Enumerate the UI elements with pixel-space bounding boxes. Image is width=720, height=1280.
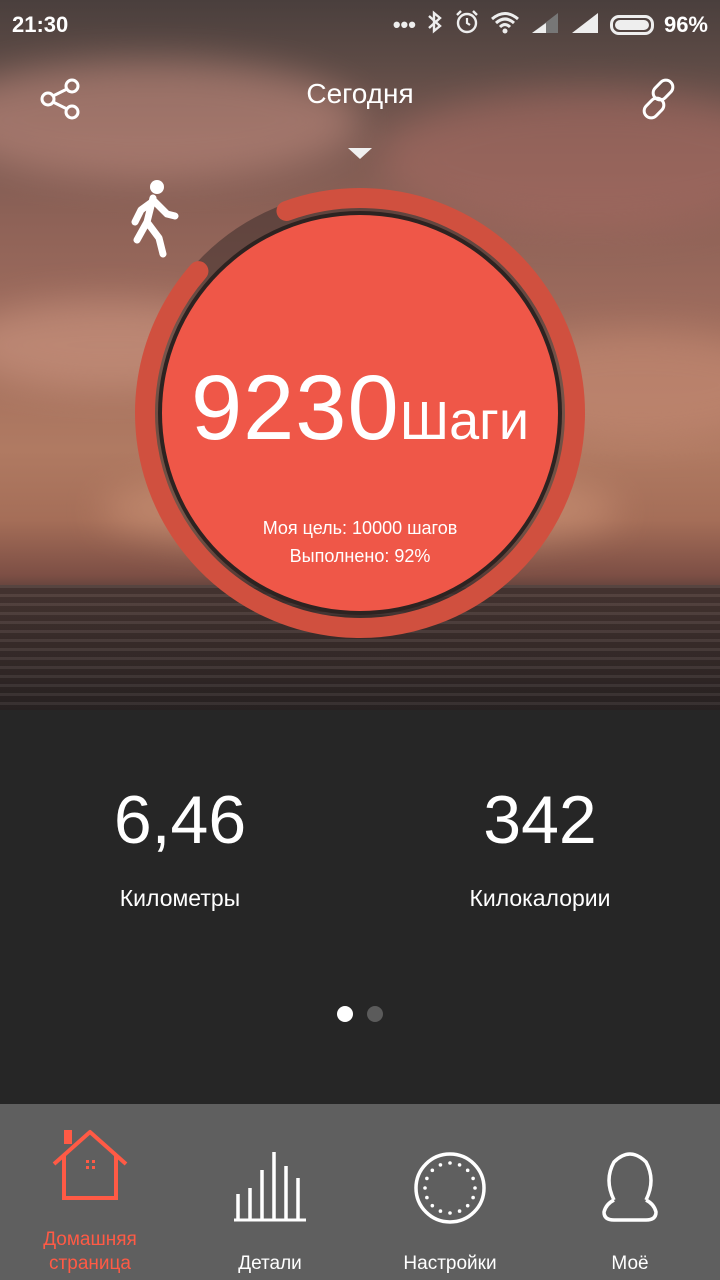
calories-label: Килокалории: [469, 885, 611, 911]
settings-dot: [465, 1203, 470, 1208]
alarm-icon: [454, 9, 480, 41]
steps-unit: Шаги: [399, 391, 530, 451]
status-bar: 21:30 ••• 96%: [0, 0, 720, 50]
steps-count: 9230Шаги: [125, 356, 595, 461]
wifi-icon: [490, 10, 520, 40]
nav-label-settings: Настройки: [403, 1253, 497, 1274]
settings-circle-icon: [414, 1152, 486, 1224]
nav-item-details[interactable]: Детали: [180, 1104, 360, 1280]
status-time: 21:30: [12, 12, 69, 37]
battery-percent: 96%: [663, 12, 708, 37]
settings-dot: [457, 1209, 462, 1213]
goal-text: Моя цель: 10000 шагов: [262, 518, 458, 538]
bottom-nav: Домашняя страница Детали Настройки Моё: [0, 1104, 720, 1280]
settings-dot: [423, 1186, 427, 1190]
steps-value: 9230: [190, 357, 400, 459]
page-indicator: [0, 1006, 720, 1022]
settings-dot: [438, 1163, 443, 1167]
settings-dot: [471, 1176, 475, 1181]
stats-panel[interactable]: 6,46 Километры 342 Килокалории: [0, 710, 720, 1105]
distance-label: Километры: [119, 885, 241, 911]
signal-icon: [570, 11, 600, 39]
settings-dot: [425, 1176, 429, 1181]
distance-value: 6,46: [113, 782, 247, 858]
dropdown-arrow-icon[interactable]: [348, 148, 372, 159]
nav-label-profile: Моё: [611, 1253, 649, 1274]
walking-icon: [131, 180, 179, 258]
bluetooth-icon: [426, 10, 444, 40]
nav-label-details: Детали: [238, 1253, 302, 1274]
completed-text: Выполнено: 92%: [289, 546, 431, 566]
settings-dot: [457, 1163, 462, 1167]
distance-stat: 6,46 Километры: [30, 780, 330, 912]
top-bar: Сегодня: [0, 70, 720, 130]
page-dot[interactable]: [337, 1006, 353, 1022]
steps-ring: 9230Шаги Моя цель: 10000 шагов Выполнено…: [125, 178, 595, 648]
nav-item-settings[interactable]: Настройки: [360, 1104, 540, 1280]
more-dots-icon: •••: [392, 12, 416, 37]
nav-label-home-1: Домашняя: [43, 1229, 137, 1250]
nav-item-home[interactable]: Домашняя страница: [0, 1104, 180, 1280]
profile-icon: [602, 1152, 658, 1222]
settings-dot: [438, 1209, 443, 1213]
signal-icon: [530, 11, 560, 39]
date-selector-title[interactable]: Сегодня: [0, 78, 720, 110]
settings-dot: [448, 1211, 452, 1215]
settings-dot: [473, 1186, 477, 1190]
nav-item-profile[interactable]: Моё: [540, 1104, 720, 1280]
settings-dot: [465, 1168, 470, 1173]
settings-dot: [448, 1161, 452, 1165]
calories-stat: 342 Килокалории: [390, 780, 690, 912]
link-icon[interactable]: [636, 76, 682, 122]
bar-chart-icon: [234, 1152, 306, 1222]
settings-dot: [471, 1195, 475, 1200]
settings-dot: [430, 1168, 435, 1173]
calories-value: 342: [483, 782, 597, 858]
settings-dot: [430, 1203, 435, 1208]
page-dot[interactable]: [367, 1006, 383, 1022]
settings-dot: [425, 1195, 429, 1200]
battery-icon: [609, 15, 654, 35]
goal-info: Моя цель: 10000 шагов Выполнено: 92%: [125, 514, 595, 570]
nav-label-home-2: страница: [49, 1253, 131, 1274]
home-icon: [52, 1130, 128, 1200]
